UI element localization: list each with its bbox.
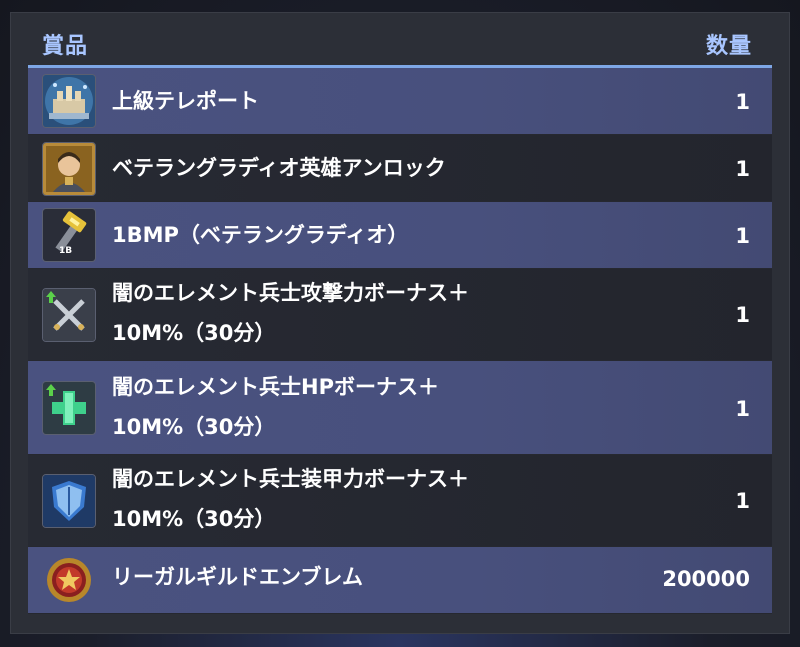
guild-emblem-icon [42, 553, 96, 607]
reward-quantity: 1 [735, 397, 750, 421]
hero-portrait-icon [42, 142, 96, 196]
reward-quantity: 1 [735, 489, 750, 513]
reward-name: 闇のエレメント兵士HPボーナス＋ [112, 375, 439, 399]
reward-name-detail: 10M%（30分） [112, 507, 276, 531]
reward-row: 1B 1BMP（ベテラングラディオ） 1 [28, 202, 772, 269]
reward-row: 闇のエレメント兵士攻撃力ボーナス＋ 10M%（30分） 1 [28, 269, 772, 361]
castle-teleport-icon [42, 74, 96, 128]
icon-badge: 1B [59, 246, 73, 256]
armor-shield-icon [42, 474, 96, 528]
crossed-swords-icon [42, 288, 96, 342]
reward-name: 闇のエレメント兵士攻撃力ボーナス＋ [112, 281, 469, 305]
reward-row: ベテラングラディオ英雄アンロック 1 [28, 135, 772, 202]
reward-name: ベテラングラディオ英雄アンロック [112, 156, 446, 180]
hammer-icon: 1B [42, 208, 96, 262]
table-header: 賞品 数量 [28, 22, 772, 62]
reward-row: リーガルギルドエンブレム 200000 [28, 547, 772, 614]
reward-quantity: 1 [735, 224, 750, 248]
reward-row: 闇のエレメント兵士装甲力ボーナス＋ 10M%（30分） 1 [28, 455, 772, 547]
reward-list: 上級テレポート 1 ベテラングラディオ英雄アンロック 1 1B 1BMP（ベテラ… [28, 68, 772, 614]
boost-arrow-icon [46, 291, 56, 303]
reward-name-detail: 10M%（30分） [112, 415, 276, 439]
boost-arrow-icon [46, 384, 56, 396]
reward-name: 1BMP（ベテラングラディオ） [112, 223, 409, 247]
reward-name-detail: 10M%（30分） [112, 321, 276, 345]
reward-column-header: 賞品 [42, 34, 89, 59]
quantity-column-header: 数量 [705, 34, 752, 59]
reward-quantity: 1 [735, 157, 750, 181]
reward-quantity: 1 [735, 90, 750, 114]
reward-name: 闇のエレメント兵士装甲力ボーナス＋ [112, 467, 469, 491]
reward-quantity: 1 [735, 303, 750, 327]
health-cross-icon [42, 381, 96, 435]
reward-name: リーガルギルドエンブレム [112, 565, 363, 589]
reward-row: 上級テレポート 1 [28, 68, 772, 135]
reward-quantity: 200000 [662, 567, 750, 591]
reward-name: 上級テレポート [112, 89, 259, 113]
reward-row: 闇のエレメント兵士HPボーナス＋ 10M%（30分） 1 [28, 361, 772, 455]
